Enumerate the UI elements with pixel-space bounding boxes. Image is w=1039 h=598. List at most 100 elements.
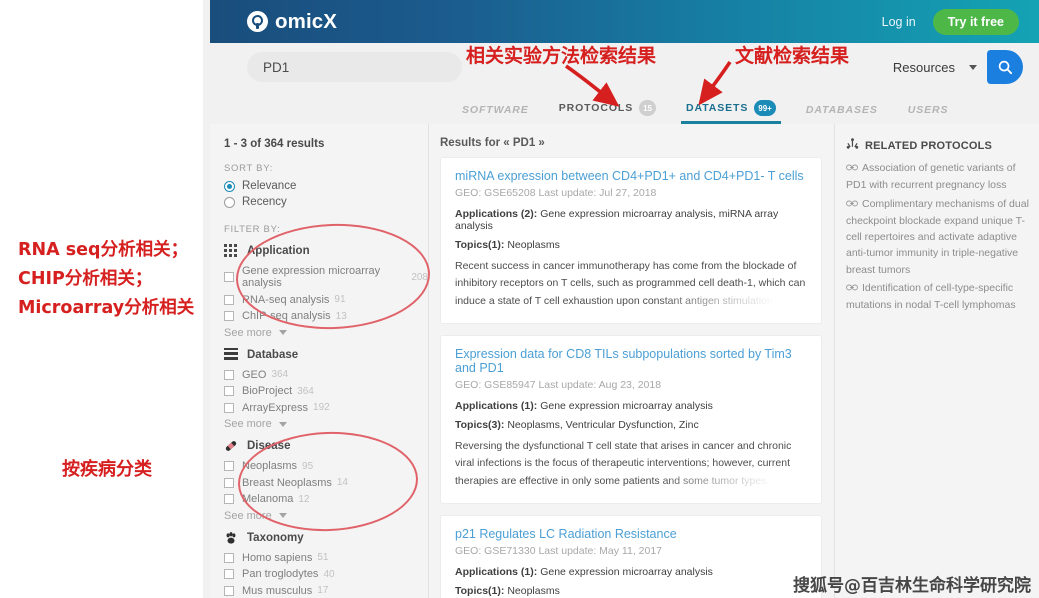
sort-option-relevance[interactable]: Relevance: [224, 180, 428, 192]
facet-item[interactable]: RNA-seq analysis 91: [224, 294, 428, 306]
facet-item[interactable]: Breast Neoplasms 14: [224, 477, 428, 489]
facet-item-label: Neoplasms: [242, 460, 298, 472]
facet-item-label: Breast Neoplasms: [242, 476, 332, 489]
result-topics: Topics(3): Neoplasms, Ventricular Dysfun…: [455, 419, 807, 431]
result-title[interactable]: p21 Regulates LC Radiation Resistance: [455, 527, 807, 541]
checkbox-icon: [224, 585, 234, 596]
facet-item[interactable]: Mus musculus 17: [224, 585, 428, 597]
result-applications: Applications (1): Gene expression microa…: [455, 400, 807, 412]
see-more-label: See more: [224, 326, 272, 339]
column-divider-right: [834, 124, 835, 598]
facet-item-count: 91: [334, 294, 346, 305]
see-more-database[interactable]: See more: [224, 418, 428, 430]
facet-item-label: Homo sapiens: [242, 551, 313, 564]
filter-by-label: FILTER BY:: [224, 224, 281, 235]
annotation-top-datasets: 文献检索结果: [735, 45, 850, 67]
chevron-down-icon: [278, 513, 287, 518]
checkbox-icon: [224, 494, 234, 504]
brand-name: omicX: [275, 9, 338, 33]
related-protocol-item[interactable]: Association of genetic variants of PD1 w…: [846, 160, 1029, 194]
see-more-disease[interactable]: See more: [224, 510, 428, 522]
related-protocol-text: Association of genetic variants of PD1 w…: [846, 162, 1016, 192]
search-input[interactable]: PD1: [247, 52, 462, 82]
related-protocol-item[interactable]: Identification of cell-type-specific mut…: [846, 280, 1029, 314]
omicx-logo-icon: [247, 11, 268, 32]
facet-group-database-header[interactable]: Database: [224, 347, 428, 362]
tab-protocols-label: PROTOCOLS: [558, 102, 634, 114]
facet-item[interactable]: ArrayExpress 192: [224, 402, 428, 414]
facet-item-count: 14: [336, 477, 348, 488]
facet-item[interactable]: GEO 364: [224, 369, 428, 381]
tab-software-label: SOFTWARE: [462, 104, 529, 116]
facet-group-taxonomy-header[interactable]: Taxonomy: [224, 531, 428, 545]
resources-dropdown[interactable]: Resources: [887, 56, 979, 79]
facet-item[interactable]: Melanoma 12: [224, 493, 428, 505]
facet-group-taxonomy-name: Taxonomy: [247, 531, 304, 544]
facet-item-count: 13: [335, 310, 347, 322]
link-icon: [846, 281, 858, 297]
result-meta: GEO: GSE71330 Last update: May 11, 2017: [455, 545, 663, 557]
sort-option-recency[interactable]: Recency: [224, 196, 428, 208]
result-card[interactable]: p21 Regulates LC Radiation Resistance GE…: [440, 515, 822, 598]
tab-datasets-badge: 99+: [754, 100, 776, 116]
facet-item-count: 12: [298, 493, 310, 505]
result-meta: GEO: GSE65208 Last update: Jul 27, 2018: [455, 187, 657, 199]
facet-group-application: Application Gene expression microarray a…: [224, 244, 428, 339]
see-more-label: See more: [224, 509, 272, 522]
tab-protocols-badge: 15: [639, 100, 657, 116]
tab-users[interactable]: USERS: [908, 104, 949, 124]
chevron-down-icon: [278, 421, 287, 427]
facet-group-database: Database GEO 364 BioProject 364 ArrayExp…: [224, 347, 428, 430]
checkbox-icon: [224, 294, 234, 305]
result-topics-value: Neoplasms, Ventricular Dysfunction, Zinc: [507, 419, 699, 431]
facet-item[interactable]: Pan troglodytes 40: [224, 568, 428, 580]
result-topics-label: Topics(1):: [455, 585, 505, 597]
checkbox-icon: [224, 461, 234, 471]
results-list: Results for « PD1 » miRNA expression bet…: [428, 124, 834, 598]
facet-item-label: GEO: [242, 368, 267, 381]
facet-group-application-header[interactable]: Application: [224, 244, 428, 258]
column-divider-left: [428, 124, 429, 598]
result-title[interactable]: Expression data for CD8 TILs subpopulati…: [455, 347, 807, 375]
tab-databases-label: DATABASES: [805, 104, 878, 116]
database-bars-icon: [224, 347, 238, 362]
see-more-application[interactable]: See more: [224, 327, 428, 339]
tab-software[interactable]: SOFTWARE: [462, 104, 529, 124]
checkbox-icon: [224, 272, 234, 282]
result-title[interactable]: miRNA expression between CD4+PD1+ and CD…: [455, 169, 807, 183]
facet-group-disease-header[interactable]: Disease: [224, 439, 428, 453]
try-it-free-button[interactable]: Try it free: [932, 8, 1019, 35]
related-protocol-item[interactable]: Complimentary mechanisms of dual checkpo…: [846, 196, 1029, 278]
results-count: 1 - 3 of 364 results: [224, 138, 325, 150]
tab-databases[interactable]: DATABASES: [806, 104, 878, 124]
tab-protocols[interactable]: PROTOCOLS 15: [558, 100, 657, 124]
result-applications: Applications (1): Gene expression microa…: [455, 566, 807, 578]
result-card[interactable]: miRNA expression between CD4+PD1+ and CD…: [440, 157, 822, 324]
result-topics-label: Topics(1):: [455, 239, 505, 251]
facet-item[interactable]: Gene expression microarray analysis 208: [224, 265, 428, 289]
facet-item[interactable]: BioProject 364: [224, 385, 428, 397]
search-button[interactable]: [987, 50, 1023, 84]
annotation-left-applications: RNA seq分析相关； CHIP分析相关； Microarray分析相关: [18, 236, 194, 323]
facet-item[interactable]: ChIP-seq analysis 13: [224, 310, 428, 322]
brand[interactable]: omicX: [247, 10, 337, 34]
app-header: omicX Log in Try it free: [210, 0, 1039, 43]
checkbox-icon: [224, 552, 234, 563]
facet-item-label: Mus musculus: [242, 584, 313, 597]
result-applications-label: Applications (2):: [455, 208, 538, 220]
login-link[interactable]: Log in: [882, 15, 916, 29]
header-actions: Log in Try it free: [882, 8, 1019, 35]
tab-datasets[interactable]: DATASETS 99+: [681, 100, 781, 124]
result-applications-label: Applications (1):: [455, 400, 538, 412]
facet-item-count: 364: [297, 385, 314, 397]
related-protocols-rail: RELATED PROTOCOLS Association of genetic…: [834, 124, 1039, 598]
result-card[interactable]: Expression data for CD8 TILs subpopulati…: [440, 335, 822, 504]
checkbox-icon: [224, 311, 234, 321]
left-gutter-edge: [203, 0, 210, 598]
result-applications: Applications (2): Gene expression microa…: [455, 208, 807, 232]
facet-item-label: Pan troglodytes: [242, 568, 319, 580]
related-protocols-header: RELATED PROTOCOLS: [846, 137, 1029, 155]
facet-item-count: 208: [411, 271, 428, 283]
facet-item[interactable]: Homo sapiens 51: [224, 552, 428, 564]
facet-item[interactable]: Neoplasms 95: [224, 460, 428, 472]
